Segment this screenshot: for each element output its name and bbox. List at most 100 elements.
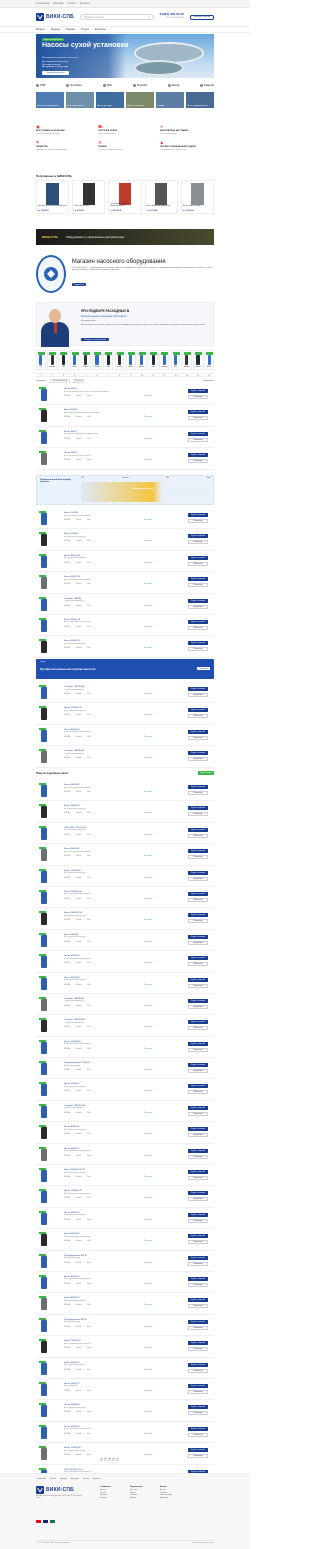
buy-button[interactable]: Купить в наличии [188, 619, 208, 624]
product-name[interactable]: Насос 100WQ [64, 512, 78, 514]
promo-button[interactable]: Получить консультацию [81, 338, 110, 342]
product-name[interactable]: Насос 100WQ70 [64, 1340, 81, 1342]
product-thumbnail[interactable] [39, 1082, 48, 1097]
search-icon[interactable]: ⚲ [148, 16, 150, 19]
footer-menu-item[interactable]: Каталог [50, 1478, 57, 1480]
product-name[interactable]: Станция CNPWQ80 [64, 686, 84, 688]
filter-count[interactable]: 11 [148, 374, 158, 377]
buy-button[interactable]: Купить в наличии [188, 1448, 208, 1453]
product-thumbnail[interactable] [39, 911, 48, 926]
buy-button[interactable]: Купить в наличии [188, 1362, 208, 1367]
product-name[interactable]: Насос 100WQ80 [64, 870, 81, 872]
product-name[interactable]: Насос 80WQ35 [64, 1276, 79, 1278]
compare-button[interactable]: В сравнение [188, 540, 208, 545]
filter-count[interactable]: 6 [92, 374, 102, 377]
compare-button[interactable]: В сравнение [188, 757, 208, 762]
filter-count[interactable]: 1 [36, 374, 46, 377]
product-name[interactable]: CNP 50WQ 10-10-0.75 [64, 827, 87, 829]
buy-button[interactable]: Купить в наличии [188, 870, 208, 875]
category-tile[interactable]: Насосы скважинные [126, 92, 154, 108]
product-name[interactable]: Полупогружной 4WQD [64, 1319, 87, 1321]
filter-count[interactable]: 16 [204, 374, 214, 377]
product-name[interactable]: Насос 150WQ145 [64, 1190, 82, 1192]
show-all-link[interactable]: Показать все [203, 380, 214, 382]
filter-card[interactable]: Belamos [181, 350, 192, 370]
product-name[interactable]: Насос 80WQ [64, 431, 77, 433]
compare-button[interactable]: В сравнение [188, 1090, 208, 1095]
buy-button[interactable]: Купить в наличии [188, 534, 208, 539]
filter-card[interactable]: Aquario [136, 350, 147, 370]
product-thumbnail[interactable] [39, 825, 48, 841]
nav-item[interactable]: Насосы [66, 28, 75, 31]
buy-button[interactable]: Купить в наличии [188, 785, 208, 789]
product-thumbnail[interactable] [39, 1189, 48, 1204]
page-link[interactable]: 5 [116, 1458, 119, 1461]
product-name[interactable]: Насос 50WQ [64, 409, 77, 411]
nav-item[interactable]: Каталог [36, 28, 45, 31]
product-name[interactable]: Насос 50WQ18 [64, 1362, 79, 1364]
buy-button[interactable]: Купить в наличии [188, 1127, 208, 1132]
buy-button[interactable]: Купить в наличии [188, 1255, 208, 1260]
hero-button[interactable]: Перейти в каталог [42, 71, 69, 75]
compare-button[interactable]: В сравнение [188, 919, 208, 924]
popular-card[interactable]: Насос погружной фекальный от 15 700 ₽ [144, 180, 178, 214]
product-name[interactable]: Станция CNPWQ [64, 598, 82, 600]
popular-card[interactable]: Насос сухой установки от 31 000 ₽ [180, 180, 215, 214]
compare-button[interactable]: В сравнение [188, 1047, 208, 1052]
buy-button[interactable]: Купить в наличии [188, 687, 208, 691]
product-name[interactable]: Насос 65WQ25 [64, 955, 79, 957]
compare-button[interactable]: В сравнение [188, 395, 208, 399]
dealer-banner[interactable]: ВИКИ-СПБ Оборудование от официального ди… [36, 229, 214, 245]
filter-card[interactable]: Marina [204, 350, 215, 370]
product-name[interactable]: Насос 80WQ50 [64, 729, 79, 731]
filter-count[interactable]: 10 [137, 374, 147, 377]
buy-button[interactable]: Купить в наличии [188, 1405, 208, 1410]
sort-option[interactable]: По популярности [50, 378, 70, 383]
buy-button[interactable]: Купить в наличии [188, 555, 208, 560]
product-name[interactable]: Насос 65WQ30 [64, 784, 79, 786]
buy-button[interactable]: Купить в наличии [188, 577, 208, 582]
product-thumbnail[interactable] [39, 1360, 48, 1376]
product-thumbnail[interactable] [39, 596, 48, 612]
product-thumbnail[interactable] [39, 1381, 48, 1397]
compare-button[interactable]: В сравнение [188, 1325, 208, 1330]
buy-button[interactable]: Купить в наличии [188, 641, 208, 646]
callback-button[interactable]: Заказать звонок [189, 14, 214, 20]
compare-button[interactable]: В сравнение [188, 1069, 208, 1074]
compare-button[interactable]: В сравнение [188, 1133, 208, 1138]
popular-card[interactable]: Насос дренажный от 8 900 ₽ [72, 180, 106, 214]
category-tile[interactable]: Насосы дренажные [66, 92, 94, 108]
product-name[interactable]: Насос 100WQ50 [64, 1447, 81, 1449]
product-name[interactable]: Насос 65WQ37 [64, 1148, 79, 1150]
filter-card[interactable]: Unipump [159, 350, 170, 370]
compare-button[interactable]: В сравнение [188, 735, 208, 740]
about-button[interactable]: Подробнее [71, 283, 87, 287]
phone-number[interactable]: 8 (812) 409-35-29 [160, 12, 184, 17]
partner-banner[interactable]: Профессиональный подбор насосов CNP Grun… [36, 475, 214, 505]
compare-button[interactable]: В сравнение [188, 1154, 208, 1159]
compare-button[interactable]: В сравнение [188, 1411, 208, 1416]
product-thumbnail[interactable] [39, 1446, 48, 1461]
product-thumbnail[interactable] [39, 1232, 48, 1247]
product-thumbnail[interactable] [39, 553, 48, 569]
filter-card[interactable]: Jemix [148, 350, 159, 370]
compare-button[interactable]: В сравнение [188, 1026, 208, 1031]
filter-card[interactable]: Lowara [114, 350, 125, 370]
compare-button[interactable]: В сравнение [188, 897, 208, 902]
policy-link[interactable]: Политика конфиденциальности [192, 1543, 214, 1544]
compare-button[interactable]: В сравнение [188, 693, 208, 697]
product-name[interactable]: Насос 100WQ100-22 [64, 1169, 85, 1171]
product-name[interactable]: Насос 65WQ15 [64, 1297, 79, 1299]
buy-button[interactable]: Купить в наличии [188, 1298, 208, 1303]
product-thumbnail[interactable] [39, 1103, 48, 1119]
product-thumbnail[interactable] [39, 783, 48, 798]
compare-button[interactable]: В сравнение [188, 604, 208, 609]
category-tile[interactable]: Станции [156, 92, 184, 108]
filter-card[interactable]: Grundfos [47, 350, 58, 370]
topbar-link[interactable]: Оплата [67, 2, 75, 5]
buy-button[interactable]: Купить в наличии [188, 891, 208, 896]
product-thumbnail[interactable] [39, 954, 48, 969]
buy-button[interactable]: Купить в наличии [188, 431, 208, 436]
product-name[interactable]: Станция CNPWQ50 [64, 750, 84, 752]
compare-button[interactable]: В сравнение [188, 1176, 208, 1181]
